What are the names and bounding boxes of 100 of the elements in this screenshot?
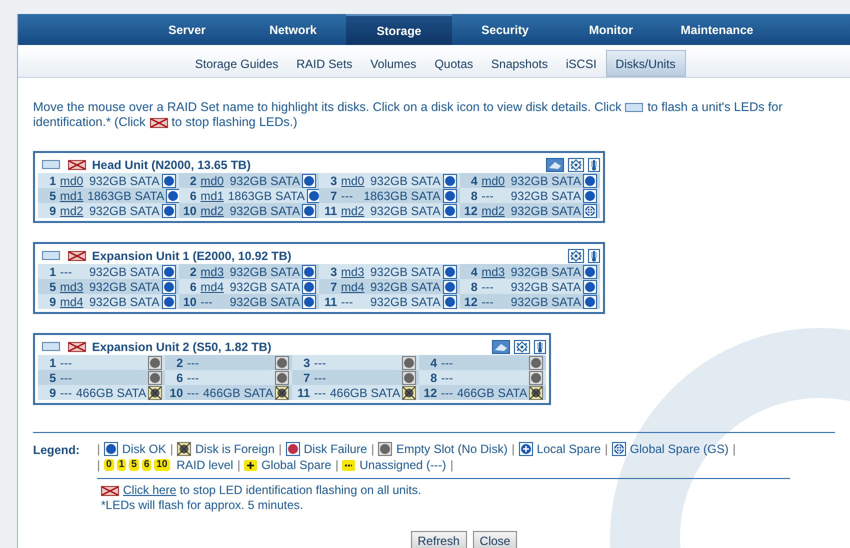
global-spare-icon[interactable] xyxy=(612,442,626,456)
raid-set-link[interactable]: md0 xyxy=(341,174,364,186)
sub-nav-tab[interactable]: Disks/Units xyxy=(606,50,686,77)
disk-ok-icon[interactable] xyxy=(162,174,176,188)
thermometer-icon[interactable] xyxy=(588,248,600,262)
stop-flash-icon[interactable] xyxy=(68,250,86,260)
disk-number: 3 xyxy=(302,356,311,368)
nav-tab[interactable]: Server xyxy=(134,14,240,45)
disk-ok-icon[interactable] xyxy=(166,188,180,202)
sub-nav-tab[interactable]: Snapshots xyxy=(482,50,557,77)
stop-flash-icon[interactable] xyxy=(68,160,86,170)
thermometer-icon[interactable] xyxy=(534,340,546,354)
raid-set-none: --- xyxy=(187,372,199,384)
raid-set-none: --- xyxy=(441,386,453,398)
led-flash-icon[interactable] xyxy=(42,251,60,260)
raid-set-link[interactable]: md2 xyxy=(482,204,505,216)
disk-ok-icon[interactable] xyxy=(302,264,316,278)
raid-set-link[interactable]: md3 xyxy=(60,280,84,292)
raid-set-link[interactable]: md2 xyxy=(341,204,364,216)
raid-set-link[interactable]: md4 xyxy=(200,280,224,292)
raid-set-link[interactable]: md2 xyxy=(60,204,84,216)
disk-ok-icon[interactable] xyxy=(583,264,597,278)
fan-icon[interactable] xyxy=(568,248,584,262)
raid-set-none: --- xyxy=(341,296,353,308)
stop-flash-icon[interactable] xyxy=(101,486,119,496)
nav-tab[interactable]: Monitor xyxy=(558,14,664,45)
disk-ok-icon[interactable] xyxy=(162,204,176,218)
disk-ok-icon[interactable] xyxy=(442,280,456,294)
led-flash-icon[interactable] xyxy=(42,160,60,169)
disk-ok-icon[interactable] xyxy=(162,280,176,294)
disk-ok-icon[interactable] xyxy=(302,204,316,218)
sub-nav-tab[interactable]: Quotas xyxy=(425,50,482,77)
disk-foreign-icon[interactable] xyxy=(177,442,192,456)
nav-tab[interactable]: Network xyxy=(240,14,346,45)
disk-ok-icon[interactable] xyxy=(162,294,176,308)
disk-ok-icon[interactable] xyxy=(302,294,316,308)
disk-ok-icon[interactable] xyxy=(302,280,316,294)
raid-set-link[interactable]: md0 xyxy=(482,174,505,186)
disk-ok-icon[interactable] xyxy=(583,294,597,308)
nav-tab[interactable]: Storage xyxy=(346,14,452,45)
raid-set-link[interactable]: md4 xyxy=(341,280,364,292)
disk-ok-icon[interactable] xyxy=(442,188,456,202)
disk-ok-icon[interactable] xyxy=(162,264,176,278)
disk-foreign-icon[interactable] xyxy=(402,386,416,400)
led-flash-icon[interactable] xyxy=(625,103,644,112)
legend-separator: | xyxy=(450,457,454,473)
disk-ok-icon[interactable] xyxy=(302,174,316,188)
disk-ok-icon[interactable] xyxy=(104,442,118,456)
raid-set-link[interactable]: md0 xyxy=(200,174,224,186)
nav-tab[interactable]: Security xyxy=(452,14,558,45)
sub-nav-tab[interactable]: Storage Guides xyxy=(186,50,288,77)
disk-size: 466GB SATA xyxy=(203,386,274,398)
raid-set-link[interactable]: md3 xyxy=(200,266,224,278)
global-spare-icon[interactable] xyxy=(583,204,597,218)
raid-set-link[interactable]: md1 xyxy=(60,190,84,202)
action-button[interactable]: Refresh xyxy=(410,531,467,548)
disk-number: 5 xyxy=(48,190,57,202)
disk-foreign-icon[interactable] xyxy=(148,386,162,400)
sub-nav-tab[interactable]: iSCSI xyxy=(556,50,606,77)
raid-set-link[interactable]: md0 xyxy=(60,174,84,186)
raid-set-link[interactable]: md2 xyxy=(200,204,224,216)
sub-nav-tab[interactable]: RAID Sets xyxy=(287,50,362,77)
thermometer-icon[interactable] xyxy=(588,158,600,172)
fan-icon[interactable] xyxy=(568,158,584,172)
nav-tab[interactable]: Maintenance xyxy=(664,14,770,45)
stop-flash-icon[interactable] xyxy=(68,342,86,352)
stop-flash-icon[interactable] xyxy=(150,118,168,128)
raid-set-link[interactable]: md1 xyxy=(200,190,224,202)
disk-failure-icon[interactable] xyxy=(286,442,300,456)
disk-foreign-icon[interactable] xyxy=(529,386,544,400)
raid-set-none: --- xyxy=(60,266,72,278)
raid-set-none: --- xyxy=(314,386,326,398)
raid-set-link[interactable]: md4 xyxy=(60,296,84,308)
enclosure-icon[interactable] xyxy=(546,158,564,172)
raid-set-none: --- xyxy=(187,356,199,368)
action-button[interactable]: Close xyxy=(472,531,518,548)
disk-ok-icon[interactable] xyxy=(583,280,597,294)
click-here-link[interactable]: Click here xyxy=(123,483,176,497)
disk-number: 9 xyxy=(48,296,57,308)
disk-number: 2 xyxy=(188,266,198,278)
disk-ok-icon[interactable] xyxy=(442,294,456,308)
disk-foreign-icon[interactable] xyxy=(275,386,290,400)
empty-slot-icon[interactable] xyxy=(378,442,392,456)
enclosure-icon[interactable] xyxy=(492,340,510,354)
disk-ok-icon[interactable] xyxy=(442,204,456,218)
fan-icon[interactable] xyxy=(514,340,530,354)
legend-separator: | xyxy=(732,441,736,457)
raid-level-badge: 6 xyxy=(142,459,152,471)
disk-ok-icon[interactable] xyxy=(583,188,597,202)
disk-ok-icon[interactable] xyxy=(442,174,456,188)
local-spare-icon[interactable] xyxy=(518,442,533,456)
disk-ok-icon[interactable] xyxy=(306,188,321,202)
led-flash-icon[interactable] xyxy=(42,342,60,351)
raid-set-link[interactable]: md3 xyxy=(341,266,364,278)
disk-number: 11 xyxy=(323,204,338,216)
sub-nav-tab[interactable]: Volumes xyxy=(361,50,426,77)
disk-size: 1863GB SATA xyxy=(364,190,442,202)
disk-ok-icon[interactable] xyxy=(583,174,597,188)
disk-ok-icon[interactable] xyxy=(442,264,456,278)
raid-set-link[interactable]: md3 xyxy=(482,266,505,278)
